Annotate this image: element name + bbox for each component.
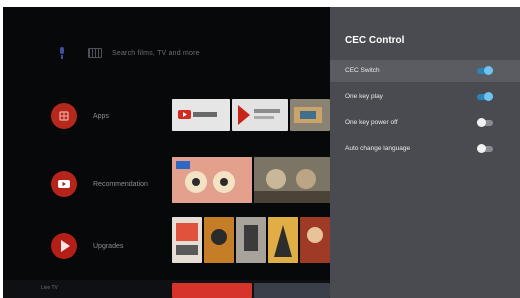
option-cec-switch[interactable]: CEC Switch bbox=[330, 60, 520, 82]
bottom-tile-1[interactable] bbox=[172, 283, 252, 298]
auto-change-language-toggle[interactable] bbox=[477, 144, 493, 153]
search-placeholder: Search films, TV and more bbox=[112, 49, 200, 57]
upgrade-tile-1[interactable] bbox=[172, 217, 202, 263]
app-tile-youtube[interactable] bbox=[172, 99, 230, 131]
home-screen-background: Search films, TV and more Apps Recommend… bbox=[3, 7, 330, 298]
recommendation-tile-2[interactable] bbox=[254, 157, 330, 203]
upgrade-tile-5[interactable] bbox=[300, 217, 330, 263]
bottom-row-label: Live TV bbox=[41, 285, 58, 291]
option-label: CEC Switch bbox=[345, 67, 380, 74]
one-key-play-toggle[interactable] bbox=[477, 92, 493, 101]
option-one-key-power-off[interactable]: One key power off bbox=[330, 112, 520, 134]
tv-screen: Search films, TV and more Apps Recommend… bbox=[3, 7, 520, 298]
option-auto-change-language[interactable]: Auto change language bbox=[330, 138, 520, 160]
cec-control-panel: CEC Control CEC Switch One key play One … bbox=[330, 7, 520, 298]
youtube-icon[interactable] bbox=[51, 171, 77, 197]
one-key-power-off-toggle[interactable] bbox=[477, 118, 493, 127]
search-bar[interactable]: Search films, TV and more bbox=[58, 45, 200, 61]
option-label: One key power off bbox=[345, 119, 398, 126]
option-one-key-play[interactable]: One key play bbox=[330, 86, 520, 108]
upgrade-tile-3[interactable] bbox=[236, 217, 266, 263]
recommendation-tile-1[interactable] bbox=[172, 157, 252, 203]
upgrade-tile-2[interactable] bbox=[204, 217, 234, 263]
option-label: Auto change language bbox=[345, 145, 411, 152]
row-label-upgrades: Upgrades bbox=[93, 243, 124, 250]
row-label-apps: Apps bbox=[93, 113, 109, 120]
row-label-recommendation: Recommendation bbox=[93, 181, 148, 188]
upgrade-tile-4[interactable] bbox=[268, 217, 298, 263]
app-tile-play-movies[interactable] bbox=[232, 99, 288, 131]
option-label: One key play bbox=[345, 93, 383, 100]
bottom-tile-2[interactable] bbox=[254, 283, 330, 298]
apps-grid-icon[interactable] bbox=[51, 103, 77, 129]
keyboard-icon[interactable] bbox=[88, 48, 102, 58]
panel-title: CEC Control bbox=[345, 35, 405, 46]
play-store-icon[interactable] bbox=[51, 233, 77, 259]
microphone-icon[interactable] bbox=[58, 47, 66, 59]
app-tile-partial[interactable] bbox=[290, 99, 330, 131]
cec-switch-toggle[interactable] bbox=[477, 66, 493, 75]
